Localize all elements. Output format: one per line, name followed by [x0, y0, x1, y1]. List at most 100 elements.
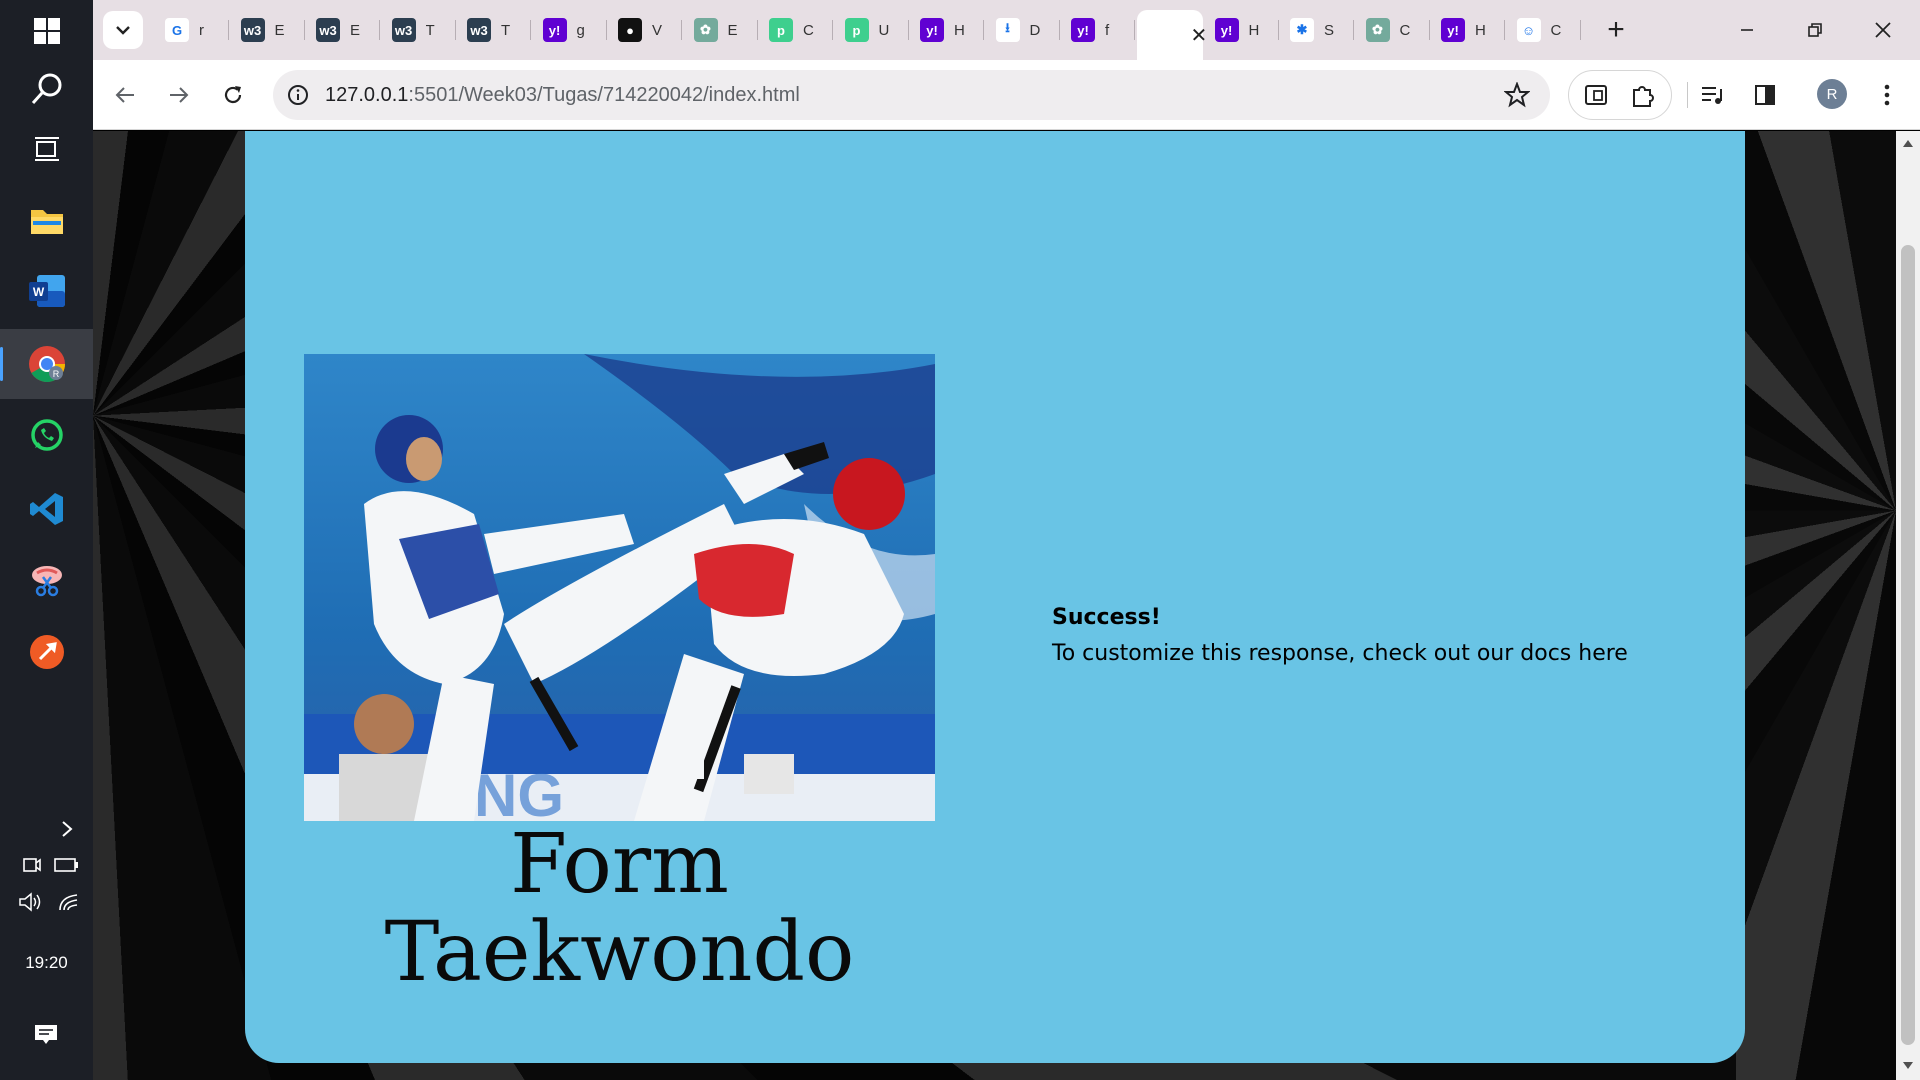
- task-view-icon: [34, 137, 59, 161]
- browser-tab[interactable]: Gr: [155, 10, 229, 50]
- url-host: 127.0.0.1: [325, 83, 409, 106]
- tab-separator: [1353, 20, 1354, 40]
- browser-tab[interactable]: w3 E: [306, 10, 380, 50]
- tab-separator: [530, 20, 531, 40]
- wifi-button[interactable]: [54, 888, 82, 916]
- emoji-icon: ☺: [1516, 18, 1541, 42]
- browser-tab[interactable]: y! f: [1061, 10, 1135, 50]
- close-icon: [1875, 22, 1891, 38]
- reader-icon: [1585, 85, 1607, 105]
- tab-separator: [832, 20, 833, 40]
- browser-tab[interactable]: ✿ C: [1356, 10, 1430, 50]
- minimize-button[interactable]: [1719, 10, 1775, 50]
- notification-center-button[interactable]: [32, 1021, 60, 1049]
- browser-tab[interactable]: w3 T: [457, 10, 531, 50]
- taskbar-search-button[interactable]: [0, 58, 93, 120]
- bookmark-star-button[interactable]: [1503, 81, 1531, 108]
- browser-tab[interactable]: w3 T: [382, 10, 456, 50]
- snipping-tool-button[interactable]: [0, 550, 93, 612]
- taskbar-clock[interactable]: 19:20: [0, 953, 93, 973]
- browser-tab[interactable]: ● V: [608, 10, 682, 50]
- restore-icon: [1808, 23, 1822, 37]
- volume-icon: [19, 892, 41, 912]
- meet-now-button[interactable]: [18, 851, 46, 879]
- yahoo-icon: y!: [920, 18, 944, 42]
- active-app-indicator: [0, 347, 3, 381]
- media-control-button[interactable]: [1698, 80, 1728, 110]
- svg-text:W: W: [32, 285, 44, 299]
- browser-tab[interactable]: ⭳ D: [986, 10, 1060, 50]
- tab-title: g: [576, 21, 585, 39]
- profile-avatar-button[interactable]: R: [1817, 79, 1847, 109]
- tab-search-button[interactable]: [103, 11, 143, 49]
- whatsapp-button[interactable]: [0, 405, 93, 467]
- close-window-button[interactable]: [1855, 10, 1911, 50]
- w3schools-icon: w3: [467, 18, 491, 42]
- w3schools-icon: w3: [240, 18, 265, 42]
- tab-separator: [303, 20, 305, 40]
- browser-tab[interactable]: w3 E: [231, 10, 305, 50]
- scroll-down-arrow-icon[interactable]: [1902, 1059, 1914, 1071]
- browser-menu-button[interactable]: [1872, 80, 1902, 110]
- battery-button[interactable]: [52, 851, 80, 879]
- arrow-left-icon: [115, 87, 134, 103]
- p-icon: p: [769, 18, 793, 42]
- forward-button[interactable]: [159, 75, 199, 115]
- browser-toolbar: 127.0.0.1:5501/Week03/Tugas/714220042/in…: [93, 60, 1920, 130]
- task-view-button[interactable]: [0, 118, 93, 180]
- browser-tab[interactable]: pC: [759, 10, 833, 50]
- chevron-right-icon: [62, 821, 73, 837]
- vscode-button[interactable]: [0, 478, 93, 540]
- reload-button[interactable]: [213, 75, 253, 115]
- page-title: Form Taekwondo: [304, 821, 935, 997]
- download-icon: ⭳: [995, 18, 1020, 42]
- snipping-icon: [31, 566, 62, 597]
- file-explorer-button[interactable]: [0, 189, 93, 251]
- tab-title: E: [274, 21, 285, 39]
- windows-start-button[interactable]: [0, 0, 93, 62]
- browser-tab[interactable]: y! H: [1205, 10, 1279, 50]
- show-more-chevron-button[interactable]: [53, 815, 81, 843]
- browser-tab[interactable]: y! H: [910, 10, 984, 50]
- tab-title: V: [652, 21, 663, 39]
- postman-button[interactable]: [0, 621, 93, 683]
- tab-title: S: [1324, 21, 1335, 39]
- response-text: To customize this response, check out ou…: [1052, 641, 1628, 666]
- browser-tab[interactable]: pU: [835, 10, 909, 50]
- new-tab-button[interactable]: +: [1600, 13, 1632, 46]
- back-button[interactable]: [105, 75, 145, 115]
- page-title-line2: Taekwondo: [384, 905, 855, 1000]
- page-scrollbar[interactable]: [1896, 131, 1920, 1080]
- browser-tab[interactable]: ✱ S: [1280, 10, 1354, 50]
- url-text[interactable]: 127.0.0.1:5501/Week03/Tugas/714220042/in…: [325, 84, 800, 107]
- browser-tab[interactable]: y! H: [1431, 10, 1505, 50]
- tab-separator: [1134, 20, 1135, 40]
- reading-mode-button[interactable]: [1581, 80, 1611, 110]
- browser-tab[interactable]: ☺ C: [1507, 10, 1581, 50]
- tab-title: U: [878, 21, 890, 39]
- scroll-up-arrow-icon[interactable]: [1902, 138, 1914, 150]
- browser-tab[interactable]: F✕: [1136, 10, 1207, 60]
- extensions-button[interactable]: [1628, 80, 1658, 110]
- tab-title: E: [727, 21, 738, 39]
- site-info-button[interactable]: [285, 82, 311, 108]
- browser-tab[interactable]: ✿ E: [684, 10, 758, 50]
- tab-separator: [681, 20, 682, 40]
- restore-button[interactable]: [1787, 10, 1843, 50]
- puzzle-icon: [1633, 86, 1654, 107]
- tab-title: H: [1248, 21, 1260, 39]
- windows-logo-icon: [33, 18, 60, 44]
- tab-title: C: [1399, 21, 1411, 39]
- tab-title: E: [350, 21, 361, 39]
- camera-icon: [23, 858, 41, 872]
- volume-button[interactable]: [16, 888, 44, 916]
- scrollbar-thumb[interactable]: [1901, 245, 1915, 1045]
- chatgpt-icon: ✿: [1365, 18, 1390, 42]
- chrome-button[interactable]: R: [0, 329, 93, 399]
- word-button[interactable]: W: [0, 260, 93, 322]
- colorful-icon: ✱: [1290, 18, 1314, 42]
- browser-tab[interactable]: y! g: [533, 10, 607, 50]
- side-panel-button[interactable]: [1750, 80, 1780, 110]
- address-bar[interactable]: 127.0.0.1:5501/Week03/Tugas/714220042/in…: [273, 70, 1550, 120]
- response-heading: Success!: [1052, 605, 1161, 630]
